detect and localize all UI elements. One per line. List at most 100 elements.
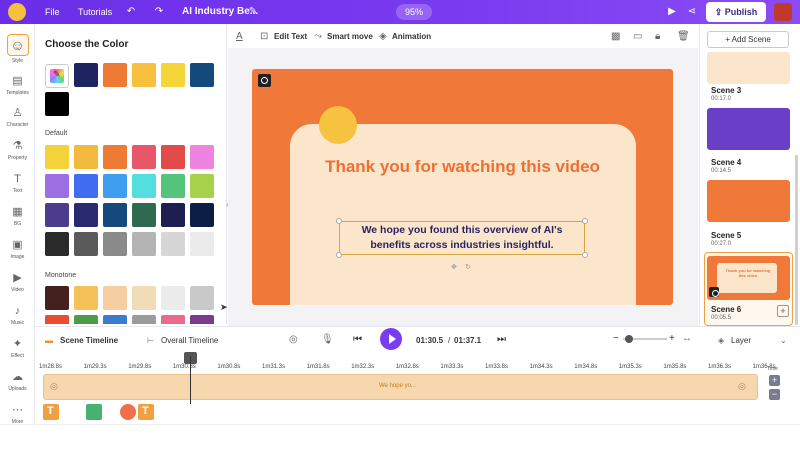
transparency-icon[interactable]: ▩: [611, 31, 620, 42]
color-swatch[interactable]: [132, 63, 156, 87]
publish-button[interactable]: ⇪ Publish: [706, 2, 766, 22]
sun-circle[interactable]: [319, 106, 357, 144]
zoom-slider[interactable]: [623, 335, 667, 343]
zoom-in-icon[interactable]: +: [669, 333, 675, 344]
nav-uploads[interactable]: ☁ Uploads: [0, 368, 35, 400]
record-icon[interactable]: [258, 74, 271, 87]
layer-text-icon[interactable]: T: [43, 404, 59, 420]
animation-button[interactable]: Animation: [392, 32, 431, 41]
color-swatch[interactable]: [190, 145, 214, 169]
layer-text-icon[interactable]: T: [138, 404, 154, 420]
color-swatch[interactable]: [161, 63, 185, 87]
color-swatch[interactable]: [45, 174, 69, 198]
scene-timeline-tab[interactable]: Scene Timeline: [60, 336, 118, 345]
color-swatch[interactable]: [74, 203, 98, 227]
nav-music[interactable]: ♪ Music: [0, 302, 35, 334]
add-scene-button[interactable]: + Add Scene: [707, 31, 789, 48]
color-swatch[interactable]: [190, 203, 214, 227]
nav-text[interactable]: T Text: [0, 170, 35, 202]
color-swatch[interactable]: [74, 63, 98, 87]
color-swatch[interactable]: [161, 286, 185, 310]
color-swatch[interactable]: [74, 286, 98, 310]
nav-style[interactable]: ☺ Style: [0, 32, 35, 64]
chevron-down-icon[interactable]: ⌄: [780, 336, 787, 345]
color-swatch[interactable]: [103, 174, 127, 198]
color-swatch[interactable]: [190, 315, 214, 324]
lock-icon[interactable]: 🔒︎: [655, 31, 660, 42]
skip-back-icon[interactable]: ⏮︎: [353, 334, 362, 345]
color-swatch[interactable]: [74, 232, 98, 256]
color-swatch[interactable]: [45, 315, 69, 324]
scene-thumbnail[interactable]: [707, 108, 790, 150]
nav-bg[interactable]: ▦ BG: [0, 203, 35, 235]
color-swatch[interactable]: [132, 145, 156, 169]
color-swatch[interactable]: [45, 203, 69, 227]
nav-property[interactable]: ⚗ Property: [0, 137, 35, 169]
color-swatch[interactable]: [161, 174, 185, 198]
color-swatch[interactable]: [74, 145, 98, 169]
layer-circle-icon[interactable]: [120, 404, 136, 420]
undo-icon[interactable]: ↶: [124, 5, 138, 19]
color-swatch[interactable]: [132, 232, 156, 256]
layer-pattern-icon[interactable]: [86, 404, 102, 420]
add-after-scene-button[interactable]: +: [777, 305, 789, 317]
play-button[interactable]: [380, 328, 402, 350]
add-track-icon[interactable]: +: [769, 375, 780, 386]
color-swatch[interactable]: [103, 145, 127, 169]
slide-card[interactable]: [290, 124, 636, 305]
color-swatch[interactable]: [161, 315, 185, 324]
zoom-slider-knob[interactable]: [625, 335, 633, 343]
record-icon[interactable]: [709, 287, 719, 297]
smart-move-button[interactable]: Smart move: [327, 32, 373, 41]
text-color-icon[interactable]: A: [236, 31, 243, 42]
avatar[interactable]: [774, 3, 792, 21]
color-swatch[interactable]: [132, 315, 156, 324]
color-swatch[interactable]: [45, 145, 69, 169]
nav-effect[interactable]: ✦ Effect: [0, 335, 35, 367]
nav-video[interactable]: ▶ Video: [0, 269, 35, 301]
skip-forward-icon[interactable]: ⏭︎: [497, 334, 506, 345]
color-swatch[interactable]: [190, 286, 214, 310]
color-swatch[interactable]: [45, 232, 69, 256]
overall-timeline-tab[interactable]: Overall Timeline: [161, 336, 218, 345]
share-icon[interactable]: ⋖: [685, 5, 699, 19]
color-swatch[interactable]: [132, 286, 156, 310]
edit-title-icon[interactable]: ✎: [246, 5, 260, 19]
color-swatch[interactable]: [74, 315, 98, 324]
color-swatch[interactable]: [132, 174, 156, 198]
color-swatch[interactable]: [190, 232, 214, 256]
menu-file[interactable]: File: [45, 7, 60, 17]
layers-icon[interactable]: ▭: [633, 31, 642, 42]
preview-icon[interactable]: ▶: [665, 5, 679, 19]
slide-subtitle[interactable]: We hope you found this overview of AI's …: [341, 223, 583, 253]
color-swatch[interactable]: [190, 63, 214, 87]
layer-button[interactable]: Layer: [731, 336, 751, 345]
edit-text-button[interactable]: Edit Text: [274, 32, 307, 41]
zoom-out-icon[interactable]: −: [613, 333, 619, 344]
menu-tutorials[interactable]: Tutorials: [78, 7, 112, 17]
zoom-level[interactable]: 95%: [396, 4, 432, 20]
color-swatch[interactable]: [103, 63, 127, 87]
color-swatch[interactable]: [161, 203, 185, 227]
color-swatch[interactable]: [190, 174, 214, 198]
camera-icon[interactable]: ◎: [289, 334, 298, 345]
scenes-scrollbar[interactable]: [795, 155, 798, 325]
color-swatch[interactable]: [103, 203, 127, 227]
slide-title[interactable]: Thank you for watching this video: [300, 156, 625, 177]
color-swatch[interactable]: [161, 145, 185, 169]
visibility-icon[interactable]: ◎: [50, 381, 58, 392]
color-swatch[interactable]: [45, 286, 69, 310]
color-swatch[interactable]: [103, 232, 127, 256]
color-swatch[interactable]: [103, 286, 127, 310]
color-swatch[interactable]: [103, 315, 127, 324]
visibility-icon[interactable]: ◎: [738, 381, 746, 392]
delete-icon[interactable]: 🗑︎: [677, 31, 690, 42]
move-icon[interactable]: ✥: [451, 263, 457, 271]
playhead[interactable]: [190, 356, 191, 404]
rotate-icon[interactable]: ↻: [465, 263, 471, 271]
scene-thumbnail[interactable]: [707, 180, 790, 222]
color-swatch[interactable]: [74, 174, 98, 198]
app-logo[interactable]: [8, 3, 26, 21]
remove-track-icon[interactable]: −: [769, 389, 780, 400]
color-swatch[interactable]: [161, 232, 185, 256]
